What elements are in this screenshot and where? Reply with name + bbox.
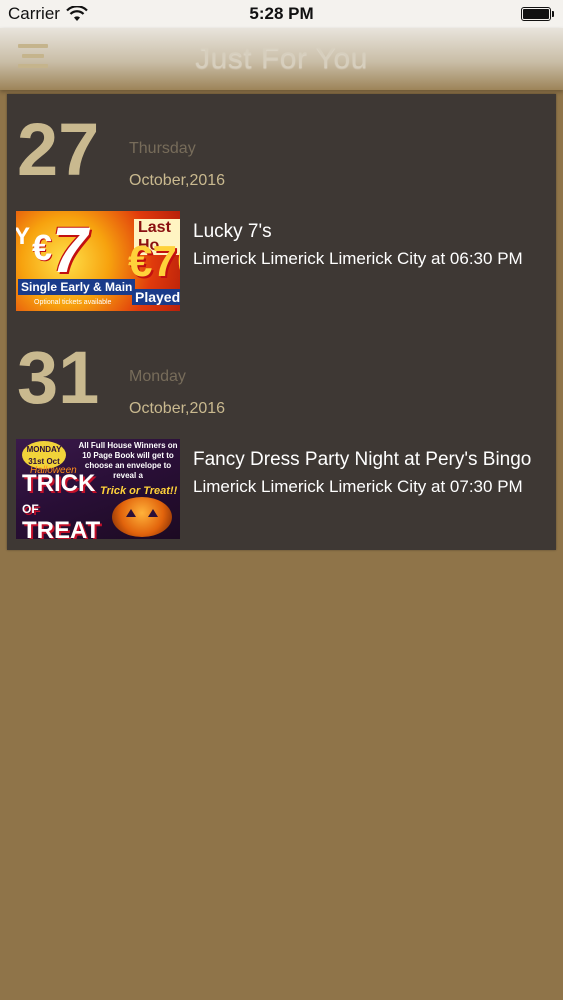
thumb-text: Optional tickets available bbox=[34, 299, 112, 306]
event-thumbnail: Y € 7 Last Ho €70 Single Early & Main Pl… bbox=[16, 211, 180, 311]
battery-icon bbox=[521, 7, 554, 21]
status-bar: Carrier 5:28 PM bbox=[0, 0, 563, 28]
thumb-text: € bbox=[32, 227, 53, 268]
thumb-text: €70 bbox=[128, 237, 180, 286]
page-title: Just For You bbox=[195, 42, 368, 75]
event-location: Limerick Limerick Limerick City at 07:30… bbox=[193, 477, 523, 496]
thumb-text: OF bbox=[22, 502, 39, 516]
thumb-text: TREAT bbox=[22, 517, 101, 540]
thumb-text: Single Early & Main bbox=[18, 279, 136, 295]
date-month: October,2016 bbox=[129, 172, 226, 189]
date-day: 31 bbox=[17, 336, 100, 419]
thumb-text: TRICK OF TREAT bbox=[22, 472, 101, 540]
event-row[interactable]: MONDAY 31st Oct Halloween TRICK OF TREAT… bbox=[16, 439, 550, 539]
thumb-text: 7 bbox=[52, 214, 88, 286]
event-title: Lucky 7's bbox=[193, 221, 272, 242]
event-thumbnail: MONDAY 31st Oct Halloween TRICK OF TREAT… bbox=[16, 439, 180, 539]
thumb-text: All Full House Winners on 10 Page Book w… bbox=[78, 441, 178, 480]
events-panel: 27 Thursday October,2016 Y € 7 Last Ho €… bbox=[7, 94, 556, 550]
date-day: 27 bbox=[17, 108, 100, 191]
event-row[interactable]: Y € 7 Last Ho €70 Single Early & Main Pl… bbox=[16, 211, 550, 311]
nav-bar: Just For You bbox=[0, 28, 563, 90]
date-weekday: Monday bbox=[129, 368, 186, 385]
pumpkin-icon bbox=[112, 497, 172, 537]
date-month: October,2016 bbox=[129, 400, 226, 417]
status-time: 5:28 PM bbox=[249, 4, 314, 23]
thumb-text: Trick or Treat!! bbox=[100, 485, 178, 497]
battery-fill bbox=[523, 9, 549, 19]
event-title: Fancy Dress Party Night at Pery's Bingo bbox=[193, 449, 532, 470]
date-weekday: Thursday bbox=[129, 140, 196, 157]
thumb-text: Played bbox=[132, 289, 180, 305]
thumb-text: Y bbox=[16, 223, 31, 250]
event-location: Limerick Limerick Limerick City at 06:30… bbox=[193, 249, 523, 268]
